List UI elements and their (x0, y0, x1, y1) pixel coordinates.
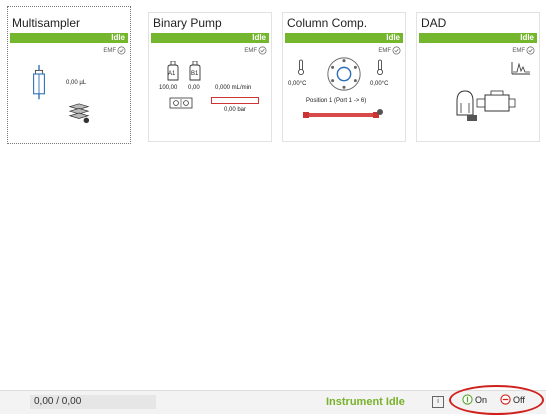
check-circle-icon (117, 46, 126, 55)
column-comp-module[interactable]: Column Comp. Idle EMF 0,00°C 0,00°C Posi… (282, 12, 406, 142)
status-badge: Idle (285, 33, 403, 43)
status-badge: Idle (419, 33, 537, 43)
pressure-readout: 0,00 bar (224, 107, 247, 113)
dad-module[interactable]: DAD Idle EMF (416, 12, 540, 142)
emf-indicator: EMF (512, 46, 535, 55)
volume-readout: 0,00 µL (66, 80, 87, 86)
detector-lamp-icon (456, 90, 516, 121)
multisampler-module[interactable]: Multisampler Idle EMF 0,00 µL (7, 6, 131, 144)
vial-tray-icon (68, 103, 90, 124)
position-readout: 0,00 / 0,00 (30, 395, 156, 409)
bottle-b-label: B1 (191, 71, 199, 77)
status-badge: Idle (10, 33, 128, 43)
valve-position: Position 1 (Port 1 -> 6) (306, 98, 367, 104)
percent-a: 100,00 (159, 85, 178, 91)
bottle-a-label: A1 (168, 71, 176, 77)
module-title: Binary Pump (153, 16, 222, 30)
pressure-bar (211, 97, 259, 104)
module-title: Multisampler (12, 16, 81, 30)
on-button[interactable]: On (462, 394, 487, 405)
thermometer-right-icon (377, 59, 383, 75)
flow-readout: 0,000 mL/min (215, 85, 252, 91)
percent-b: 0,00 (188, 85, 200, 91)
check-circle-icon (258, 46, 267, 55)
status-badge: Idle (151, 33, 269, 43)
column-icon (303, 109, 383, 118)
check-circle-icon (392, 46, 401, 55)
off-button[interactable]: Off (500, 394, 525, 405)
on-label: On (475, 394, 488, 405)
status-footer: 0,00 / 0,00 Instrument Idle i On Off (0, 390, 546, 414)
syringe-icon (33, 65, 45, 100)
pump-head-icon (169, 97, 193, 109)
spectrum-icon (511, 62, 530, 75)
module-title: Column Comp. (287, 16, 368, 30)
thermometer-left-icon (298, 59, 304, 75)
module-title: DAD (421, 16, 447, 30)
emf-indicator: EMF (103, 46, 126, 55)
power-off-icon (500, 394, 511, 405)
valve-icon (327, 57, 361, 91)
instrument-status: Instrument Idle (326, 396, 405, 408)
info-button[interactable]: i (432, 396, 444, 408)
emf-indicator: EMF (244, 46, 267, 55)
power-on-icon (462, 394, 473, 405)
temp-left: 0,00°C (288, 81, 307, 87)
off-label: Off (513, 394, 525, 405)
binary-pump-module[interactable]: Binary Pump Idle EMF A1 B1 100,00 0,00 0… (148, 12, 272, 142)
check-circle-icon (526, 46, 535, 55)
emf-indicator: EMF (378, 46, 401, 55)
temp-right: 0,00°C (370, 81, 389, 87)
